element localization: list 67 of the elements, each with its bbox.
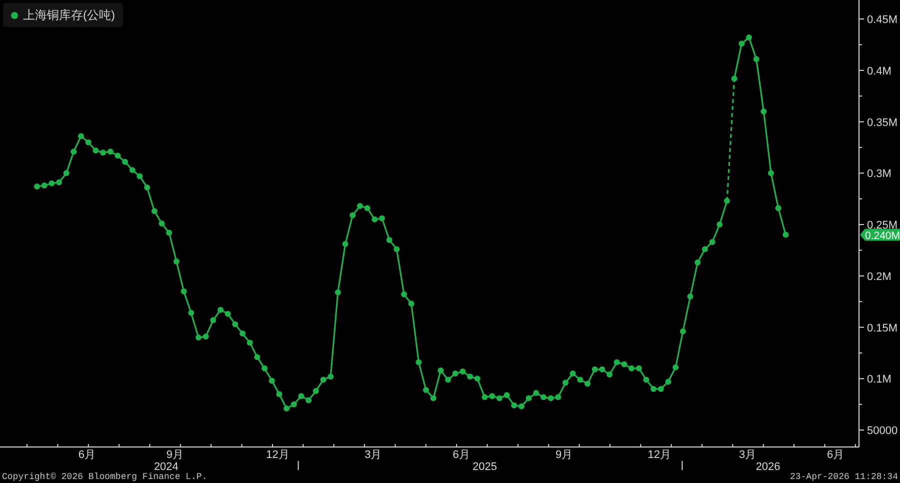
y-tick-label: 0.45M xyxy=(867,14,898,26)
copyright-text: Copyright© 2026 Bloomberg Finance L.P. xyxy=(2,471,208,483)
data-point xyxy=(438,367,444,374)
data-point xyxy=(753,56,760,62)
data-point xyxy=(232,321,238,328)
x-tick-label: 6月 xyxy=(827,449,844,461)
year-label: 2024 xyxy=(154,461,178,470)
timestamp: 23-Apr-2026 11:28:34 xyxy=(790,471,898,483)
data-point xyxy=(70,148,77,155)
year-label: 2025 xyxy=(472,461,497,470)
y-tick-label: 0.4M xyxy=(867,65,892,78)
x-tick-label: 6月 xyxy=(78,449,96,461)
x-tick-label: 9月 xyxy=(555,449,573,461)
data-point xyxy=(724,198,730,204)
data-point xyxy=(246,340,253,346)
data-point xyxy=(731,76,738,82)
data-point xyxy=(672,364,679,370)
data-point xyxy=(386,236,392,243)
data-point xyxy=(166,230,172,236)
y-tick-label: 0.3M xyxy=(867,168,892,180)
x-tick-label: 6月 xyxy=(452,449,470,461)
data-point xyxy=(63,170,70,176)
x-tick-label: 12月 xyxy=(266,449,290,461)
data-point xyxy=(334,289,341,296)
data-point xyxy=(144,184,150,191)
data-point xyxy=(408,300,414,307)
y-tick-label: 0.15M xyxy=(867,322,898,334)
data-point xyxy=(782,232,789,238)
data-point xyxy=(423,386,430,393)
legend-label: 上海铜库存(公吨) xyxy=(23,7,115,24)
data-point xyxy=(680,328,686,334)
y-tick-label: 0.2M xyxy=(867,270,892,283)
data-point xyxy=(687,293,694,300)
data-point xyxy=(775,205,782,212)
x-tick-label: 12月 xyxy=(648,449,672,461)
year-label: 2026 xyxy=(756,461,780,470)
y-tick-label: 0.35M xyxy=(867,116,898,129)
data-point xyxy=(760,108,767,114)
x-tick-label: 3月 xyxy=(738,449,756,461)
data-point xyxy=(151,208,158,214)
y-tick-label: 50000 xyxy=(867,425,898,438)
data-point xyxy=(716,222,723,228)
data-point xyxy=(262,365,268,372)
data-point xyxy=(350,212,356,218)
data-point xyxy=(312,388,319,394)
data-point xyxy=(276,391,282,398)
last-value-tag: 0.240M xyxy=(860,228,900,242)
x-tick-label: 3月 xyxy=(364,449,382,461)
data-point xyxy=(173,258,180,265)
y-tick-label: 0.1M xyxy=(867,374,892,386)
data-point xyxy=(562,380,568,386)
data-point xyxy=(694,260,701,266)
data-point xyxy=(342,241,348,248)
data-point xyxy=(188,310,194,316)
data-point xyxy=(210,317,216,324)
data-point xyxy=(180,288,187,294)
data-point xyxy=(240,330,246,336)
data-point xyxy=(401,291,407,298)
data-point xyxy=(768,170,774,176)
data-point xyxy=(394,246,400,252)
data-point xyxy=(268,378,275,384)
data-point xyxy=(158,220,165,226)
x-tick-label: 9月 xyxy=(166,449,184,461)
data-point xyxy=(643,376,650,383)
data-point xyxy=(254,354,260,360)
data-point xyxy=(430,395,436,402)
data-point xyxy=(416,359,422,366)
